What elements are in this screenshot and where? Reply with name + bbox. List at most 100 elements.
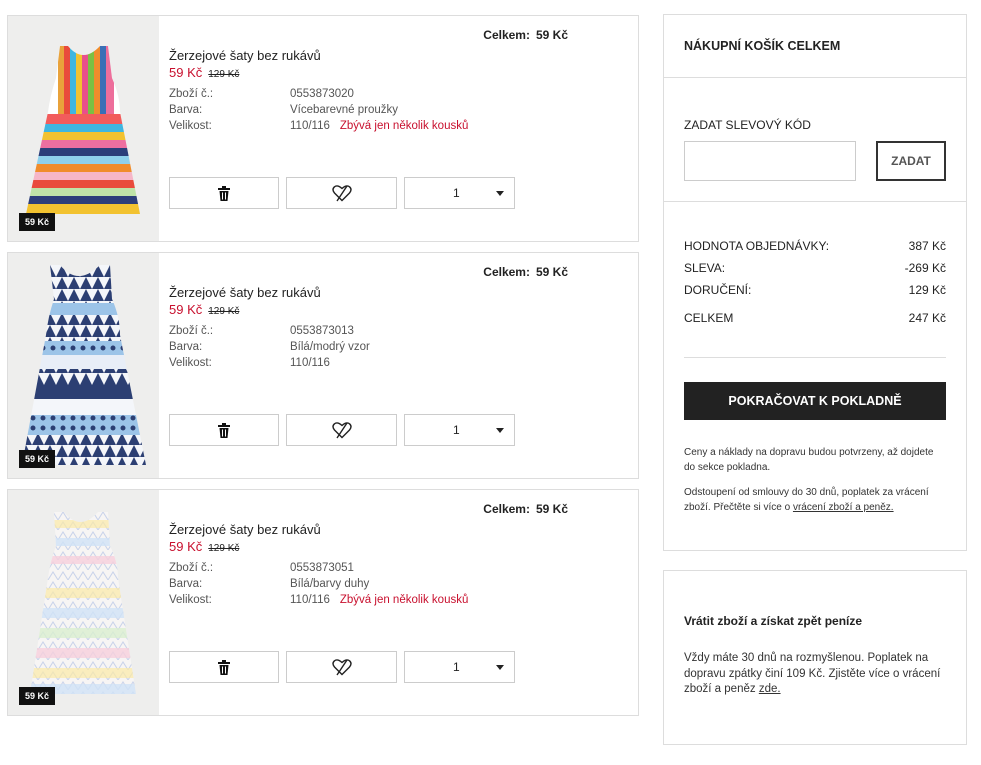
- sale-price: 59 Kč: [169, 302, 203, 317]
- article-number: 0553873051: [290, 562, 354, 574]
- stock-warning: Zbývá jen několik kousků: [339, 120, 469, 132]
- quantity-select[interactable]: 1: [404, 414, 515, 446]
- image-price-tag: 59 Kč: [19, 213, 56, 231]
- divider: [664, 201, 966, 202]
- total-value: 247 Kč: [908, 311, 946, 325]
- item-total: Celkem: 59 Kč: [483, 502, 568, 516]
- apply-discount-button[interactable]: ZADAT: [876, 141, 946, 181]
- article-number: 0553873020: [290, 88, 354, 100]
- product-details: Zboží č.: 0553873051 Barva: Bílá/barvy duh…: [169, 562, 468, 610]
- delivery-row: DORUČENÍ: 129 Kč: [684, 283, 946, 297]
- item-total: Celkem: 59 Kč: [483, 265, 568, 279]
- product-name[interactable]: Žerzejové šaty bez rukávů: [169, 48, 321, 63]
- product-details: Zboží č.: 0553873013 Barva: Bílá/modrý vzo…: [169, 325, 370, 373]
- size-value: 110/116: [290, 357, 330, 369]
- chevron-down-icon: [496, 190, 504, 196]
- heart-icon: [331, 421, 352, 438]
- size-value: 110/116: [290, 594, 330, 606]
- discount-row: SLEVA: -269 Kč: [684, 261, 946, 275]
- original-price: 129 Kč: [208, 543, 240, 554]
- article-number: 0553873013: [290, 325, 354, 337]
- sale-price: 59 Kč: [169, 65, 203, 80]
- cart-item: 59 Kč Celkem: 59 Kč Žerzejové šaty bez ru…: [7, 15, 639, 242]
- total-label: CELKEM: [684, 311, 734, 325]
- divider: [684, 357, 946, 358]
- product-details: Zboží č.: 0553873020 Barva: Vícebarevné pr…: [169, 88, 468, 136]
- remove-button[interactable]: [169, 414, 279, 446]
- favorite-button[interactable]: [286, 651, 397, 683]
- size-value: 110/116: [290, 120, 330, 132]
- product-image[interactable]: 59 Kč: [8, 490, 159, 715]
- favorite-button[interactable]: [286, 177, 397, 209]
- checkout-button[interactable]: POKRAČOVAT K POKLADNĚ: [684, 382, 946, 420]
- order-value-label: HODNOTA OBJEDNÁVKY:: [684, 239, 830, 253]
- delivery-value: 129 Kč: [908, 283, 946, 297]
- cart-item: 59 Kč Celkem: 59 Kč Žerzejové šaty bez ru…: [7, 489, 639, 716]
- remove-button[interactable]: [169, 177, 279, 209]
- item-total-label: Celkem:: [483, 28, 530, 42]
- chevron-down-icon: [496, 664, 504, 670]
- product-name[interactable]: Žerzejové šaty bez rukávů: [169, 522, 321, 537]
- dress-image-striped: [26, 46, 140, 214]
- product-name[interactable]: Žerzejové šaty bez rukávů: [169, 285, 321, 300]
- discount-code-label: ZADAT SLEVOVÝ KÓD: [684, 118, 811, 132]
- article-label: Zboží č.:: [169, 88, 214, 100]
- order-value-row: HODNOTA OBJEDNÁVKY: 387 Kč: [684, 239, 946, 253]
- color-value: Bílá/modrý vzor: [290, 341, 370, 353]
- color-label: Barva:: [169, 341, 203, 353]
- returns-here-link[interactable]: zde.: [759, 683, 781, 695]
- trash-icon: [218, 422, 230, 438]
- cart-summary: NÁKUPNÍ KOŠÍK CELKEM ZADAT SLEVOVÝ KÓD Z…: [663, 14, 967, 551]
- item-total-label: Celkem:: [483, 265, 530, 279]
- total-row: CELKEM 247 Kč: [684, 311, 946, 325]
- color-label: Barva:: [169, 578, 203, 590]
- color-value: Vícebarevné proužky: [290, 104, 399, 116]
- size-label: Velikost:: [169, 594, 212, 606]
- summary-title: NÁKUPNÍ KOŠÍK CELKEM: [684, 39, 841, 53]
- item-total-value: 59 Kč: [535, 265, 568, 279]
- trash-icon: [218, 659, 230, 675]
- returns-title: Vrátit zboží a získat zpět peníze: [684, 614, 863, 628]
- price-note: Ceny a náklady na dopravu budou potvrzen…: [684, 447, 934, 473]
- returns-text: Vždy máte 30 dnů na rozmyšlenou. Poplate…: [684, 652, 941, 695]
- heart-icon: [331, 658, 352, 675]
- dress-image-rainbow: [30, 512, 136, 694]
- original-price: 129 Kč: [208, 306, 240, 317]
- quantity-select[interactable]: 1: [404, 177, 515, 209]
- returns-link[interactable]: vrácení zboží a peněz.: [793, 502, 894, 513]
- stock-warning: Zbývá jen několik kousků: [339, 594, 469, 606]
- article-label: Zboží č.:: [169, 325, 214, 337]
- returns-text-block: Vždy máte 30 dnů na rozmyšlenou. Poplate…: [684, 651, 954, 698]
- discount-row-value: -269 Kč: [904, 261, 946, 275]
- remove-button[interactable]: [169, 651, 279, 683]
- order-value: 387 Kč: [908, 239, 946, 253]
- sale-price: 59 Kč: [169, 539, 203, 554]
- dress-image-blue-pattern: [22, 265, 146, 465]
- original-price: 129 Kč: [208, 69, 240, 80]
- divider: [664, 77, 966, 78]
- article-label: Zboží č.:: [169, 562, 214, 574]
- color-label: Barva:: [169, 104, 203, 116]
- color-value: Bílá/barvy duhy: [290, 578, 370, 590]
- product-image[interactable]: 59 Kč: [8, 16, 159, 241]
- discount-code-input[interactable]: [684, 141, 856, 181]
- quantity-value: 1: [453, 660, 460, 674]
- price-block: 59 Kč 129 Kč: [169, 65, 239, 80]
- discount-row-label: SLEVA:: [684, 261, 726, 275]
- item-total-value: 59 Kč: [535, 502, 568, 516]
- withdrawal-note: Odstoupení od smlouvy do 30 dnů, poplate…: [684, 485, 946, 515]
- quantity-select[interactable]: 1: [404, 651, 515, 683]
- returns-info: Vrátit zboží a získat zpět peníze Vždy m…: [663, 570, 967, 745]
- chevron-down-icon: [496, 427, 504, 433]
- image-price-tag: 59 Kč: [19, 450, 56, 468]
- item-total-label: Celkem:: [483, 502, 530, 516]
- item-total-value: 59 Kč: [535, 28, 568, 42]
- product-image[interactable]: 59 Kč: [8, 253, 159, 478]
- size-label: Velikost:: [169, 357, 212, 369]
- size-label: Velikost:: [169, 120, 212, 132]
- quantity-value: 1: [453, 186, 460, 200]
- favorite-button[interactable]: [286, 414, 397, 446]
- price-block: 59 Kč 129 Kč: [169, 539, 239, 554]
- cart-item: 59 Kč Celkem: 59 Kč Žerzejové šaty bez ru…: [7, 252, 639, 479]
- delivery-label: DORUČENÍ:: [684, 283, 752, 297]
